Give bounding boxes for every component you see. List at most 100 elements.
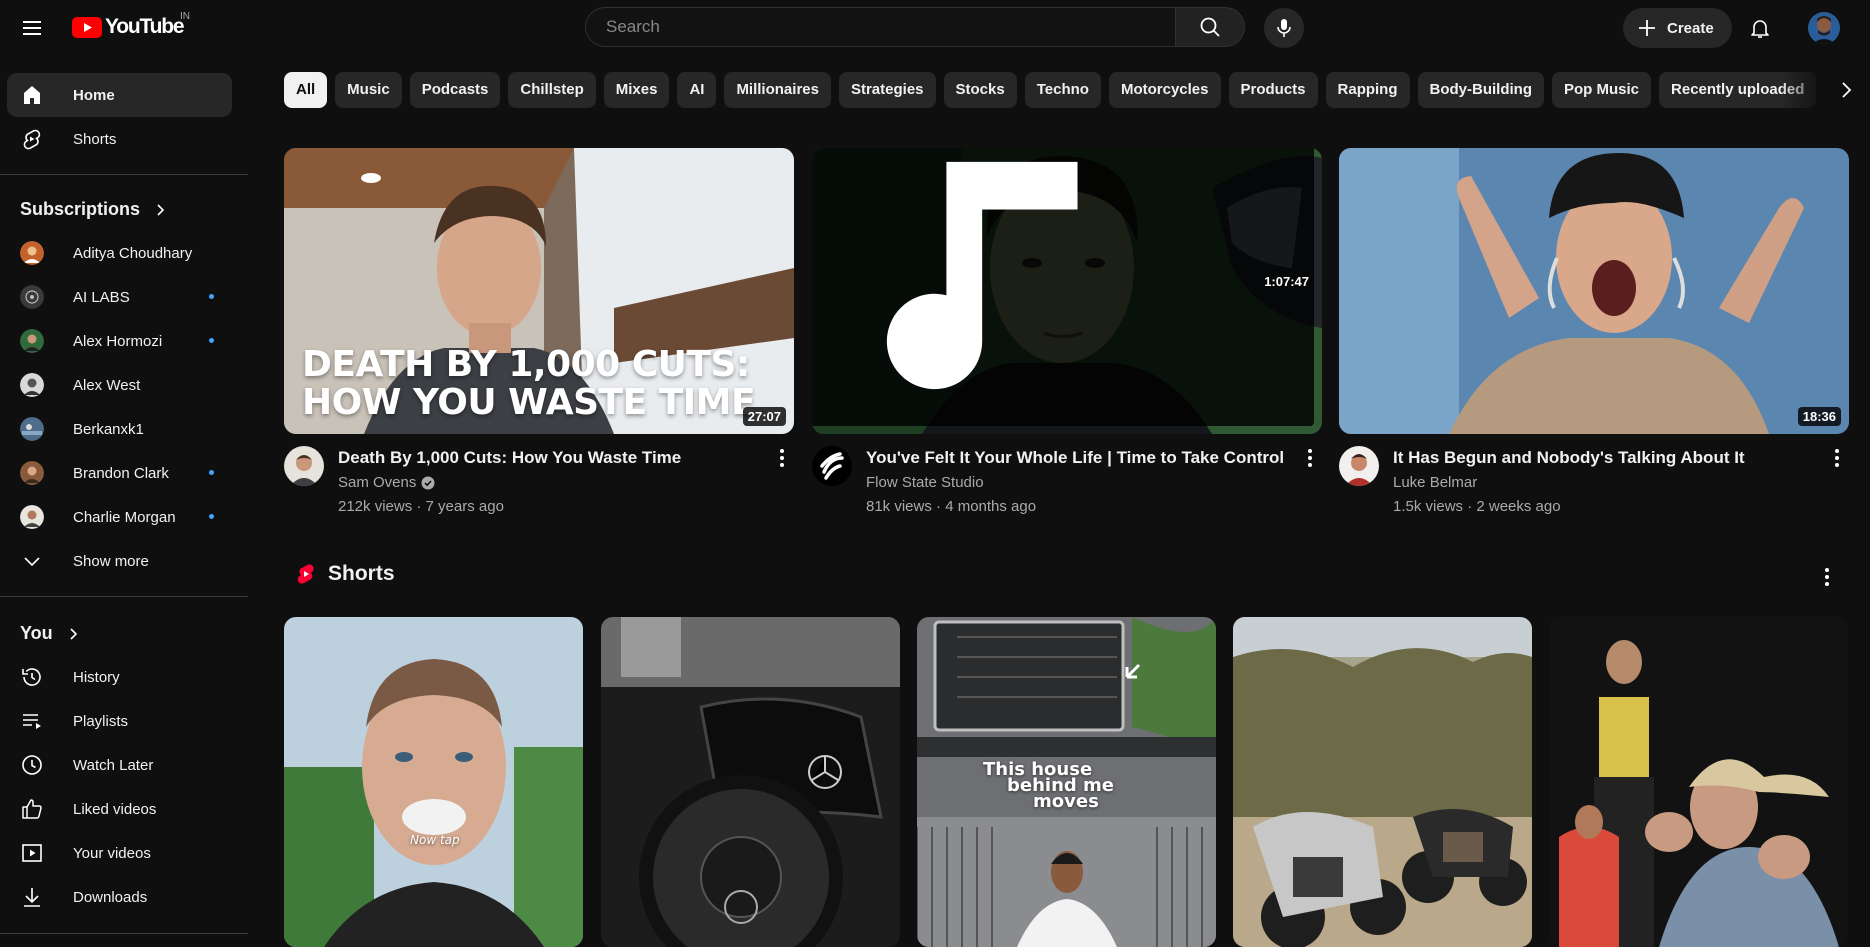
short-card[interactable]: This house behind me moves [917,617,1216,947]
video-title[interactable]: It Has Begun and Nobody's Talking About … [1393,446,1813,470]
chips-next-button[interactable] [1828,72,1864,108]
logo-wordmark: YouTube [105,15,185,38]
sidebar-item-home[interactable]: Home [7,73,232,117]
search-input[interactable] [604,16,1175,38]
chevron-right-icon [65,626,81,642]
shorts-heading: Shorts [328,562,395,585]
video-card: DEATH BY 1,000 CUTS: HOW YOU WASTE TIME … [284,148,794,536]
subscription-label: Berkanxk1 [73,420,144,438]
video-more-button[interactable] [1825,446,1849,470]
home-icon [20,83,44,107]
account-avatar[interactable] [1808,12,1840,44]
create-button[interactable]: Create [1623,8,1732,48]
video-stats: 1.5k views · 2 weeks ago [1393,498,1561,515]
video-card: 18:36 It Has Begun and Nobody's Talking … [1339,148,1849,536]
channel-avatar [20,329,44,353]
video-duration: 27:07 [742,407,786,426]
new-content-dot [209,514,214,519]
sidebar-item-label: History [73,668,120,686]
masthead: YouTube IN Create [0,0,1870,56]
chip-millionaires[interactable]: Millionaires [724,72,831,108]
sidebar-divider [0,596,248,597]
short-thumbnail [284,617,583,947]
download-icon [20,885,44,909]
chip-techno[interactable]: Techno [1024,72,1101,108]
video-thumbnail[interactable]: 1:07:47 [812,148,1322,434]
video-more-button[interactable] [1298,446,1322,470]
channel-avatar[interactable] [284,446,324,486]
channel-name-row[interactable]: Flow State Studio [866,474,984,491]
channel-avatar[interactable] [812,446,852,486]
show-more-button[interactable]: Show more [7,539,232,583]
subscriptions-heading[interactable]: Subscriptions [20,199,168,220]
history-icon [20,665,44,689]
sidebar-item-liked-videos[interactable]: Liked videos [7,787,232,831]
chevron-right-icon [1834,78,1858,102]
chip-all[interactable]: All [284,72,328,108]
sidebar-item-playlists[interactable]: Playlists [7,699,232,743]
create-label: Create [1667,19,1714,37]
channel-avatar [20,241,44,265]
sidebar-item-label: Watch Later [73,756,154,774]
chip-body-building[interactable]: Body-Building [1417,72,1544,108]
chip-podcasts[interactable]: Podcasts [409,72,501,108]
sidebar-item-history[interactable]: History [7,655,232,699]
notifications-button[interactable] [1740,8,1780,48]
subscription-item[interactable]: Alex West [7,363,232,407]
short-card[interactable]: Now tap [284,617,583,947]
new-content-dot [209,470,214,475]
chip-stocks[interactable]: Stocks [943,72,1017,108]
more-vertical-icon [1825,446,1849,470]
subscription-item[interactable]: Brandon Clark [7,451,232,495]
sidebar-item-shorts[interactable]: Shorts [7,117,232,161]
bell-icon [1748,16,1772,40]
search-bar [585,7,1245,49]
channel-avatar[interactable] [1339,446,1379,486]
chip-rapping[interactable]: Rapping [1325,72,1410,108]
sidebar-item-your-videos[interactable]: Your videos [7,831,232,875]
chip-pop-music[interactable]: Pop Music [1552,72,1652,108]
channel-avatar [20,417,44,441]
chip-chillstep[interactable]: Chillstep [508,72,596,108]
subscription-item[interactable]: Berkanxk1 [7,407,232,451]
playlists-icon [20,709,44,733]
subscription-item[interactable]: Charlie Morgan [7,495,232,539]
new-content-dot [209,294,214,299]
channel-name-row[interactable]: Sam Ovens [338,474,435,491]
you-heading[interactable]: You [20,623,81,644]
youtube-logo[interactable]: YouTube IN [72,11,190,39]
subscription-item[interactable]: Aditya Choudhary [7,231,232,275]
voice-search-button[interactable] [1264,8,1304,48]
sidebar-divider [0,174,248,175]
shorts-more-button[interactable] [1815,565,1839,589]
subscription-item[interactable]: AI LABS [7,275,232,319]
video-title[interactable]: Death By 1,000 Cuts: How You Waste Time [338,446,758,470]
channel-name-row[interactable]: Luke Belmar [1393,474,1477,491]
chip-mixes[interactable]: Mixes [603,72,670,108]
your-videos-icon [20,841,44,865]
video-thumbnail[interactable]: 18:36 [1339,148,1849,434]
chip-motorcycles[interactable]: Motorcycles [1108,72,1221,108]
shorts-shelf-header: Shorts [294,562,395,586]
guide-menu-button[interactable] [12,8,52,48]
show-more-label: Show more [73,552,149,570]
chip-strategies[interactable]: Strategies [838,72,936,108]
chevron-right-icon [152,202,168,218]
video-more-button[interactable] [770,446,794,470]
video-thumbnail[interactable]: DEATH BY 1,000 CUTS: HOW YOU WASTE TIME … [284,148,794,434]
sidebar-item-watch-later[interactable]: Watch Later [7,743,232,787]
shorts-icon [20,127,44,151]
chip-products[interactable]: Products [1228,72,1318,108]
sidebar-item-label: Shorts [73,130,117,148]
sidebar-item-downloads[interactable]: Downloads [7,875,232,919]
short-card[interactable] [601,617,900,947]
subscription-item[interactable]: Alex Hormozi [7,319,232,363]
sidebar-item-label: Playlists [73,712,129,730]
search-button[interactable] [1175,7,1245,47]
short-card[interactable] [1233,617,1532,947]
short-card[interactable] [1549,617,1848,947]
channel-name: Luke Belmar [1393,474,1478,491]
video-title[interactable]: You've Felt It Your Whole Life | Time to… [866,446,1286,470]
chip-music[interactable]: Music [335,72,402,108]
chip-ai[interactable]: AI [677,72,717,108]
